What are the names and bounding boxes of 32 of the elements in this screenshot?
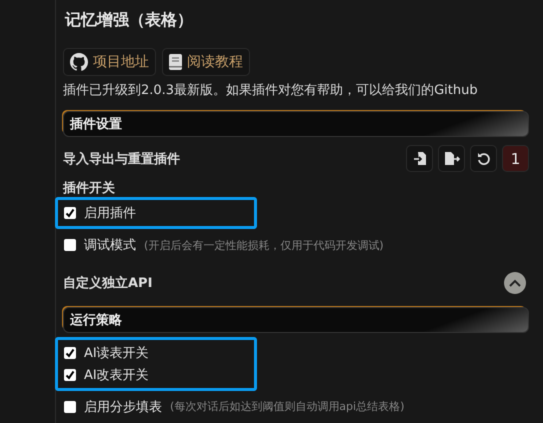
import-button[interactable] [406, 145, 433, 172]
hint-text: (开启后会有一定性能损耗，仅用于代码开发调试) [144, 238, 384, 253]
book-icon [169, 54, 182, 70]
collapse-button[interactable] [504, 272, 526, 294]
page-title: 记忆增强（表格） [65, 10, 194, 31]
undo-icon [476, 152, 490, 166]
hint-text: (每次对话后如达到阈值则自动调用api总结表格) [170, 399, 404, 414]
row-label: 导入导出与重置插件 [63, 150, 180, 168]
count-button[interactable]: 1 [502, 145, 529, 172]
chevron-icon [509, 279, 521, 288]
section-header: 运行策略 [63, 306, 529, 334]
checkbox[interactable] [64, 400, 76, 413]
checkbox-label: 调试模式 [84, 237, 136, 254]
checkbox[interactable] [64, 207, 76, 220]
section-header: 插件设置 [63, 110, 529, 137]
checkbox[interactable] [64, 368, 76, 381]
github-icon [70, 53, 88, 72]
notice-text: 插件已升级到2.0.3最新版。如果插件对您有帮助，可以给我们的Github [63, 82, 479, 100]
checkbox-label: 启用分步填表 [84, 398, 162, 416]
row-label: 自定义独立API [63, 274, 152, 292]
link-button[interactable]: 阅读教程 [162, 48, 250, 76]
file-export-icon [444, 151, 460, 166]
checkbox-label: AI改表开关 [84, 366, 149, 384]
checkbox-label: AI读表开关 [84, 344, 149, 362]
checkbox-label: 启用插件 [84, 205, 136, 222]
reset-button[interactable] [470, 145, 497, 172]
export-button[interactable] [438, 145, 465, 172]
group-heading: 插件开关 [63, 180, 116, 198]
checkbox[interactable] [64, 346, 76, 359]
link-button[interactable]: 项目地址 [63, 48, 156, 76]
checkbox[interactable] [64, 239, 76, 252]
file-import-icon [412, 151, 426, 166]
